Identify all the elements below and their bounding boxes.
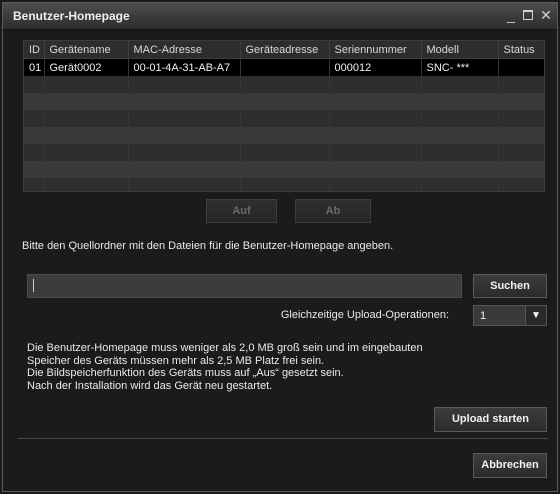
column-header-device-address[interactable]: Geräteadresse [240, 41, 330, 59]
device-table: ID Gerätename MAC-Adresse Geräteadresse … [23, 40, 545, 192]
divider [18, 438, 548, 439]
column-header-serial-number[interactable]: Seriennummer [329, 41, 422, 59]
table-row-empty[interactable] [24, 110, 544, 127]
start-upload-button[interactable]: Upload starten [434, 407, 547, 432]
column-header-model[interactable]: Modell [421, 41, 499, 59]
source-folder-input[interactable] [27, 274, 462, 298]
table-row-empty[interactable] [24, 144, 544, 161]
move-up-button[interactable]: Auf [206, 199, 277, 223]
close-icon[interactable]: ✕ [538, 6, 554, 24]
requirements-notes: Die Benutzer-Homepage muss weniger als 2… [27, 342, 423, 392]
table-row-empty[interactable] [24, 178, 544, 191]
table-header-row: ID Gerätename MAC-Adresse Geräteadresse … [24, 41, 544, 59]
cell-model: SNC- *** [421, 58, 499, 76]
note-line: Die Benutzer-Homepage muss weniger als 2… [27, 342, 423, 354]
note-line: Nach der Installation wird das Gerät neu… [27, 379, 273, 392]
minimize-icon[interactable]: _ [503, 6, 519, 24]
concurrent-uploads-value: 1 [480, 310, 487, 322]
search-button[interactable]: Suchen [473, 274, 547, 298]
cell-mac-address: 00-01-4A-31-AB-A7 [128, 58, 241, 76]
table-row-empty[interactable] [24, 93, 544, 110]
cell-status [498, 58, 544, 76]
table-row-empty[interactable] [24, 76, 544, 93]
concurrent-uploads-select[interactable]: 1 ▼ [473, 305, 547, 326]
column-header-status[interactable]: Status [498, 41, 544, 59]
table-row-empty[interactable] [24, 161, 544, 178]
cell-device-name: Gerät0002 [44, 58, 129, 76]
cell-device-address [240, 58, 330, 76]
text-caret [33, 279, 34, 292]
title-bar[interactable]: Benutzer-Homepage _ ✕ [3, 3, 557, 30]
maximize-icon[interactable] [520, 6, 536, 24]
cell-serial-number: 000012 [329, 58, 422, 76]
window-title: Benutzer-Homepage [13, 9, 130, 23]
cell-id: 01 [24, 58, 45, 76]
table-row-empty[interactable] [24, 127, 544, 144]
move-down-button[interactable]: Ab [295, 199, 371, 223]
user-homepage-dialog: Benutzer-Homepage _ ✕ ID Gerätename MAC-… [2, 2, 558, 492]
note-line: Speicher des Geräts müssen mehr als 2,5 … [27, 354, 325, 367]
concurrent-uploads-label: Gleichzeitige Upload-Operationen: [280, 309, 449, 321]
cancel-button[interactable]: Abbrechen [473, 453, 547, 478]
note-line: Die Bildspeicherfunktion des Geräts muss… [27, 367, 344, 379]
table-row[interactable]: 01 Gerät0002 00-01-4A-31-AB-A7 000012 SN… [24, 58, 544, 76]
column-header-device-name[interactable]: Gerätename [44, 41, 129, 59]
column-header-mac-address[interactable]: MAC-Adresse [128, 41, 241, 59]
column-header-id[interactable]: ID [24, 41, 45, 59]
source-folder-instruction: Bitte den Quellordner mit den Dateien fü… [22, 240, 394, 252]
chevron-down-icon[interactable]: ▼ [525, 306, 546, 325]
